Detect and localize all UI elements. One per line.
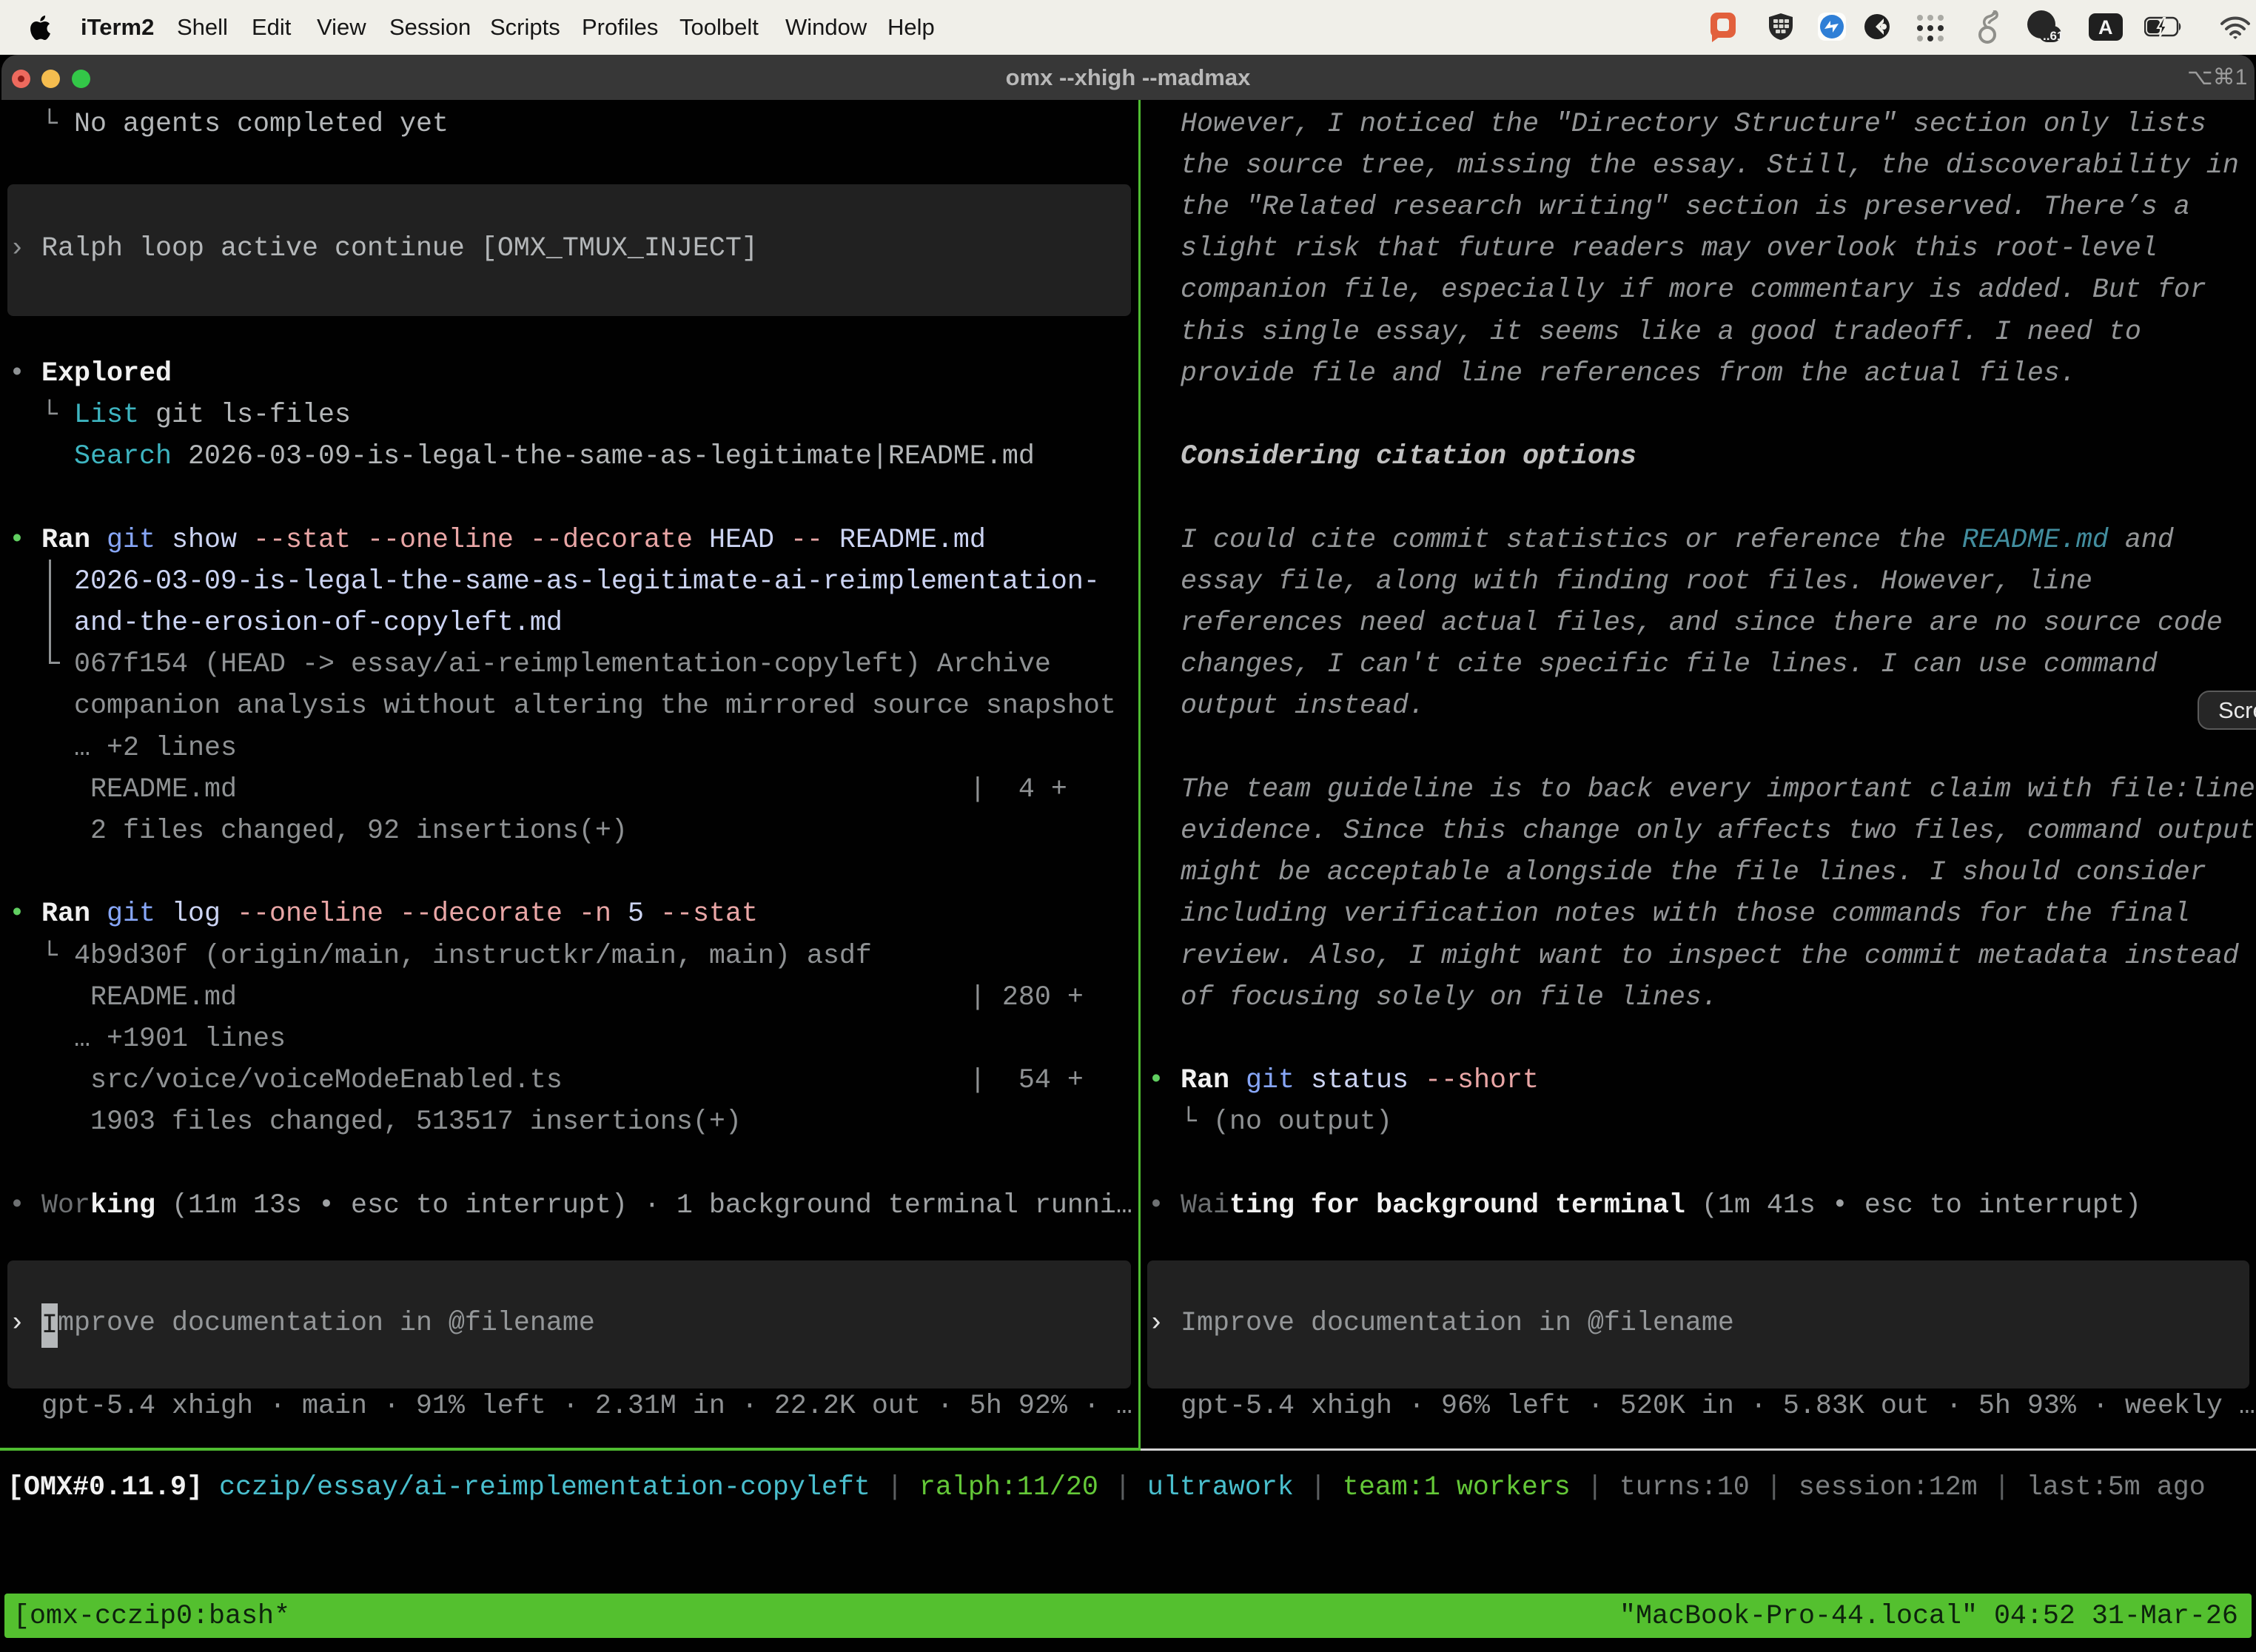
svg-text:..61: ..61 xyxy=(2043,29,2061,43)
svg-text:A: A xyxy=(2098,16,2113,38)
